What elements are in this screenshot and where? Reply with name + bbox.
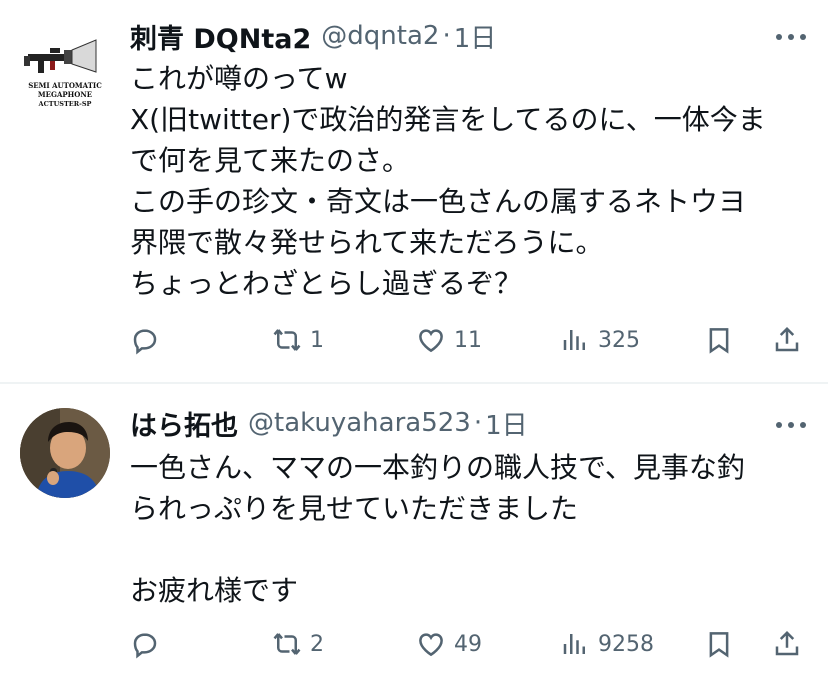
- svg-text:SEMI AUTOMATIC: SEMI AUTOMATIC: [28, 81, 102, 90]
- like-button[interactable]: 11: [416, 320, 482, 360]
- reply-icon: [133, 329, 157, 355]
- like-count: 11: [454, 327, 482, 353]
- action-bar: 1 11 325: [130, 320, 810, 360]
- repost-icon: [273, 633, 301, 655]
- post-text: これが噂のってw X(旧twitter)で政治的発言をしてるのに、一体今ま で何…: [130, 58, 810, 304]
- separator-dot: ·: [473, 408, 483, 438]
- post-text-line: お疲れ様です: [130, 574, 299, 607]
- views-button[interactable]: 325: [560, 320, 640, 360]
- megaphone-rifle-avatar-image: SEMI AUTOMATIC MEGAPHONE ACTUSTER-SP: [20, 26, 110, 116]
- repost-button[interactable]: 1: [272, 320, 324, 360]
- reply-button[interactable]: [130, 320, 160, 360]
- heart-icon: [419, 633, 443, 657]
- views-button[interactable]: 9258: [560, 624, 654, 664]
- bookmark-button[interactable]: [704, 320, 734, 360]
- post[interactable]: はら拓也 @takuyahara523 · 1日 一色さん、ママの一本釣りの職人…: [0, 384, 828, 684]
- heart-icon: [419, 329, 443, 353]
- post-text-line: 一色さん、ママの一本釣りの職人技で、見事な釣: [130, 451, 745, 484]
- post-text-line: 界隈で散々発せられて来ただろうに。: [130, 226, 604, 259]
- post-time[interactable]: 1日: [485, 405, 528, 442]
- bookmark-button[interactable]: [704, 624, 734, 664]
- reply-icon: [133, 633, 157, 659]
- view-count: 325: [598, 327, 640, 353]
- share-button[interactable]: [772, 624, 802, 664]
- views-chart-icon: [563, 330, 585, 350]
- display-name[interactable]: はら拓也: [130, 404, 238, 443]
- bookmark-icon: [709, 328, 729, 354]
- user-handle[interactable]: @dqnta2: [321, 21, 439, 51]
- svg-text:ACTUSTER-SP: ACTUSTER-SP: [38, 100, 92, 108]
- more-options-icon[interactable]: [776, 32, 806, 42]
- post-text-line: ちょっとわざとらし過ぎるぞ？: [130, 267, 523, 300]
- like-count: 49: [454, 631, 482, 657]
- views-chart-icon: [563, 634, 585, 654]
- post-text-line: この手の珍文・奇文は一色さんの属するネトウヨ: [130, 185, 747, 218]
- post-text: 一色さん、ママの一本釣りの職人技で、見事な釣 られっぷりを見せていただきました …: [130, 447, 810, 611]
- post-header: はら拓也 @takuyahara523 · 1日: [130, 403, 528, 443]
- repost-icon: [273, 329, 301, 351]
- post-text-line: られっぷりを見せていただきました: [130, 492, 579, 525]
- like-button[interactable]: 49: [416, 624, 482, 664]
- post-text-line: X(旧twitter)で政治的発言をしてるのに、一体今ま: [130, 103, 766, 136]
- avatar[interactable]: SEMI AUTOMATIC MEGAPHONE ACTUSTER-SP: [20, 26, 110, 116]
- repost-button[interactable]: 2: [272, 624, 324, 664]
- svg-text:MEGAPHONE: MEGAPHONE: [38, 90, 92, 99]
- avatar[interactable]: [20, 408, 110, 498]
- share-button[interactable]: [772, 320, 802, 360]
- post-text-line: で何を見て来たのさ。: [130, 144, 411, 177]
- bookmark-icon: [709, 632, 729, 658]
- post-header: 刺青 DQNta2 @dqnta2 · 1日: [130, 16, 496, 56]
- share-icon: [775, 326, 799, 352]
- view-count: 9258: [598, 631, 654, 657]
- user-handle[interactable]: @takuyahara523: [248, 408, 471, 438]
- more-options-icon[interactable]: [776, 420, 806, 430]
- post-text-line: これが噂のってw: [130, 62, 348, 95]
- action-bar: 2 49 9258: [130, 624, 810, 664]
- share-icon: [775, 630, 799, 656]
- repost-count: 2: [310, 631, 324, 657]
- display-name[interactable]: 刺青 DQNta2: [130, 17, 311, 56]
- post-text-blank-line: [130, 529, 810, 570]
- post-time[interactable]: 1日: [454, 18, 497, 55]
- post[interactable]: SEMI AUTOMATIC MEGAPHONE ACTUSTER-SP 刺青 …: [0, 0, 828, 382]
- separator-dot: ·: [442, 21, 451, 51]
- user-photo-avatar-image: [20, 408, 110, 498]
- repost-count: 1: [310, 327, 324, 353]
- reply-button[interactable]: [130, 624, 160, 664]
